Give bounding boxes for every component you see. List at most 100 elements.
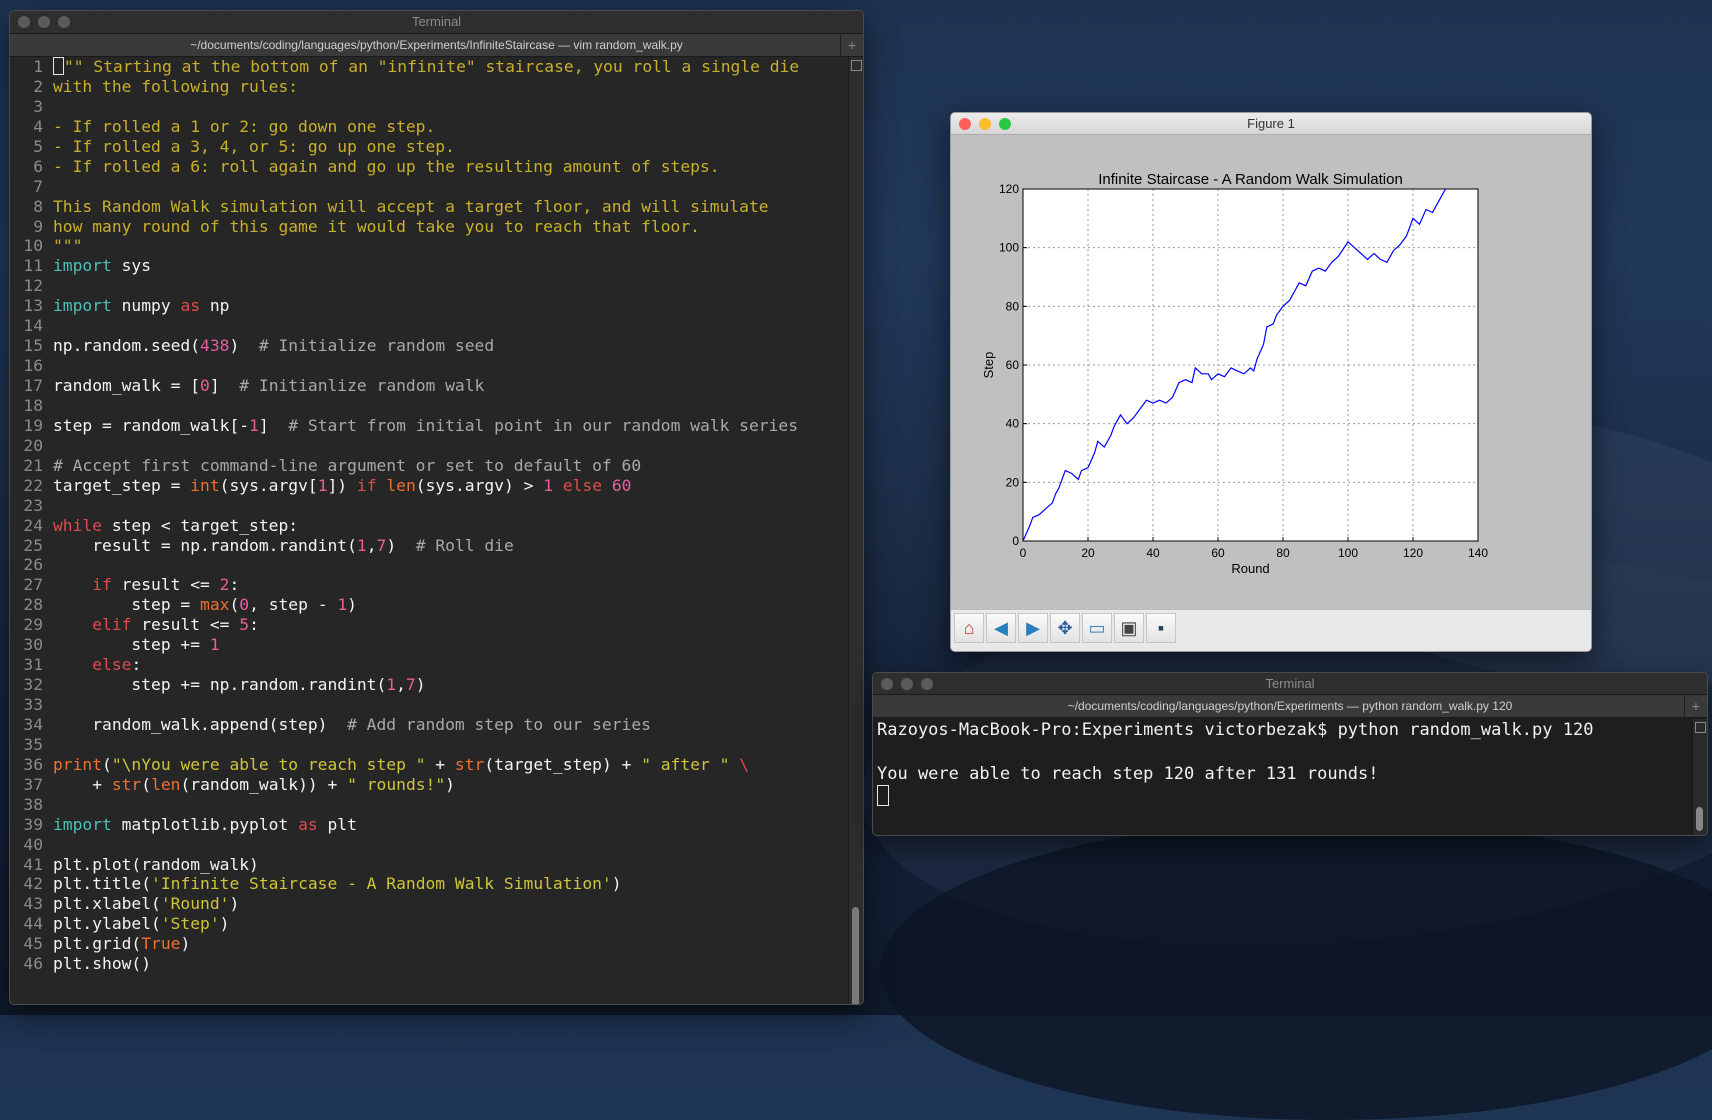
code-line[interactable]: 9 how many round of this game it would ta…	[10, 217, 849, 237]
save-button[interactable]: ▪	[1146, 613, 1176, 643]
code-line[interactable]: 38	[10, 795, 849, 815]
close-button[interactable]	[881, 678, 893, 690]
window-titlebar[interactable]: Figure 1	[951, 113, 1591, 135]
code-line[interactable]: 4 - If rolled a 1 or 2: go down one step.	[10, 117, 849, 137]
code-line[interactable]: 43 plt.xlabel('Round')	[10, 894, 849, 914]
code-line[interactable]: 39 import matplotlib.pyplot as plt	[10, 815, 849, 835]
code-line[interactable]: 1 "" Starting at the bottom of an "infini…	[10, 57, 849, 77]
configure-subplots-button[interactable]: ▣	[1114, 613, 1144, 643]
code-token: step = random_walk[-	[53, 415, 250, 435]
code-line[interactable]: 19 step = random_walk[-1] # Start from in…	[10, 416, 849, 436]
zoom-button[interactable]	[999, 118, 1011, 130]
minimize-button[interactable]	[901, 678, 913, 690]
code-line[interactable]: 26	[10, 555, 849, 575]
y-tick-label: 120	[999, 182, 1019, 196]
code-line[interactable]: 42 plt.title('Infinite Staircase - A Rand…	[10, 874, 849, 894]
code-token: "\nYou were able to reach step "	[111, 754, 426, 774]
code-line[interactable]: 27 if result <= 2:	[10, 575, 849, 595]
editor-scrollbar[interactable]	[848, 57, 863, 1004]
code-line[interactable]: 30 step += 1	[10, 635, 849, 655]
new-tab-button[interactable]: +	[1684, 695, 1707, 717]
terminal-scrollbar[interactable]	[1692, 719, 1707, 835]
code-line[interactable]: 10 """	[10, 236, 849, 256]
code-line[interactable]: 28 step = max(0, step - 1)	[10, 595, 849, 615]
cursor-line	[877, 785, 1689, 807]
close-button[interactable]	[18, 16, 30, 28]
code-line[interactable]: 25 result = np.random.randint(1,7) # Rol…	[10, 536, 849, 556]
code-line[interactable]: 32 step += np.random.randint(1,7)	[10, 675, 849, 695]
code-line[interactable]: 21 # Accept first command-line argument o…	[10, 456, 849, 476]
terminal-output[interactable]: Razoyos-MacBook-Pro:Experiments victorbe…	[877, 719, 1689, 807]
code-token: , step -	[249, 595, 338, 615]
home-button[interactable]: ⌂	[954, 613, 984, 643]
code-token: target_step =	[53, 475, 191, 495]
code-line[interactable]: 20	[10, 436, 849, 456]
line-number: 11	[23, 256, 43, 276]
window-titlebar[interactable]: Terminal	[873, 673, 1707, 695]
output-terminal-window[interactable]: Terminal ~/documents/coding/languages/py…	[872, 672, 1708, 836]
scrollbar-thumb[interactable]	[1696, 807, 1703, 831]
code-line[interactable]: 6 - If rolled a 6: roll again and go up t…	[10, 157, 849, 177]
zoom-button[interactable]	[921, 678, 933, 690]
forward-arrow-button[interactable]: ▶	[1018, 613, 1048, 643]
code-line[interactable]: 16	[10, 356, 849, 376]
code-token: (	[141, 774, 152, 794]
pan-button[interactable]: ✥	[1050, 613, 1080, 643]
configure-subplots-icon: ▣	[1120, 617, 1138, 638]
terminal-tab[interactable]: ~/documents/coding/languages/python/Expe…	[10, 34, 863, 57]
code-line[interactable]: 31 else:	[10, 655, 849, 675]
code-token: as	[180, 296, 201, 316]
code-line[interactable]: 22 target_step = int(sys.argv[1]) if len(…	[10, 476, 849, 496]
code-line[interactable]: 45 plt.grid(True)	[10, 934, 849, 954]
code-line[interactable]: 40	[10, 835, 849, 855]
code-line[interactable]: 24 while step < target_step:	[10, 516, 849, 536]
code-line[interactable]: 18	[10, 396, 849, 416]
code-editor[interactable]: 1 "" Starting at the bottom of an "infini…	[10, 57, 849, 1004]
code-line[interactable]: 23	[10, 496, 849, 516]
vim-terminal-window[interactable]: Terminal ~/documents/coding/languages/py…	[9, 10, 864, 1005]
scrollbar-cap	[1695, 722, 1706, 733]
line-number: 37	[23, 774, 43, 794]
code-line[interactable]: 36 print("\nYou were able to reach step "…	[10, 755, 849, 775]
code-line[interactable]: 12	[10, 276, 849, 296]
code-line[interactable]: 8 This Random Walk simulation will accept…	[10, 197, 849, 217]
back-arrow-icon: ◀	[994, 617, 1008, 638]
window-titlebar[interactable]: Terminal	[10, 11, 863, 34]
code-token: 7	[405, 675, 416, 695]
back-arrow-button[interactable]: ◀	[986, 613, 1016, 643]
code-line[interactable]: 5 - If rolled a 3, 4, or 5: go up one ste…	[10, 137, 849, 157]
code-line[interactable]: 11 import sys	[10, 256, 849, 276]
code-token: elif	[92, 615, 132, 635]
code-line[interactable]: 33	[10, 695, 849, 715]
code-line[interactable]: 7	[10, 177, 849, 197]
code-line[interactable]: 3	[10, 97, 849, 117]
scrollbar-thumb[interactable]	[852, 907, 859, 1004]
close-button[interactable]	[959, 118, 971, 130]
code-line[interactable]: 29 elif result <= 5:	[10, 615, 849, 635]
terminal-tab[interactable]: ~/documents/coding/languages/python/Expe…	[873, 695, 1707, 718]
code-token: (sys.argv[	[219, 475, 318, 495]
code-line[interactable]: 37 + str(len(random_walk)) + " rounds!")	[10, 775, 849, 795]
line-number: 20	[23, 435, 43, 455]
code-line[interactable]: 15 np.random.seed(438) # Initialize rando…	[10, 336, 849, 356]
code-token: 1	[386, 675, 397, 695]
code-line[interactable]: 46 plt.show()	[10, 954, 849, 974]
minimize-button[interactable]	[979, 118, 991, 130]
new-tab-button[interactable]: +	[840, 34, 863, 56]
code-line[interactable]: 14	[10, 316, 849, 336]
zoom-rect-button[interactable]: ▭	[1082, 613, 1112, 643]
code-line[interactable]: 17 random_walk = [0] # Initianlize random…	[10, 376, 849, 396]
code-line[interactable]: 34 random_walk.append(step) # Add random…	[10, 715, 849, 735]
code-line[interactable]: 2 with the following rules:	[10, 77, 849, 97]
plot-area[interactable]: 0 20 40 60 80 100 120 140 0 20 40 60 80 100 120 Infinit…	[951, 135, 1591, 588]
line-chart[interactable]: 0 20 40 60 80 100 120 140 0 20 40 60 80 100 120 Infinit…	[951, 135, 1591, 588]
code-line[interactable]: 44 plt.ylabel('Step')	[10, 914, 849, 934]
minimize-button[interactable]	[38, 16, 50, 28]
code-line[interactable]: 13 import numpy as np	[10, 296, 849, 316]
zoom-button[interactable]	[58, 16, 70, 28]
code-line[interactable]: 35	[10, 735, 849, 755]
code-line[interactable]: 41 plt.plot(random_walk)	[10, 855, 849, 875]
code-token: str	[111, 774, 142, 794]
figure-window[interactable]: Figure 1 0 20 40 60 80 100 120 140 0 20 40 60 80 100 1…	[950, 112, 1592, 652]
